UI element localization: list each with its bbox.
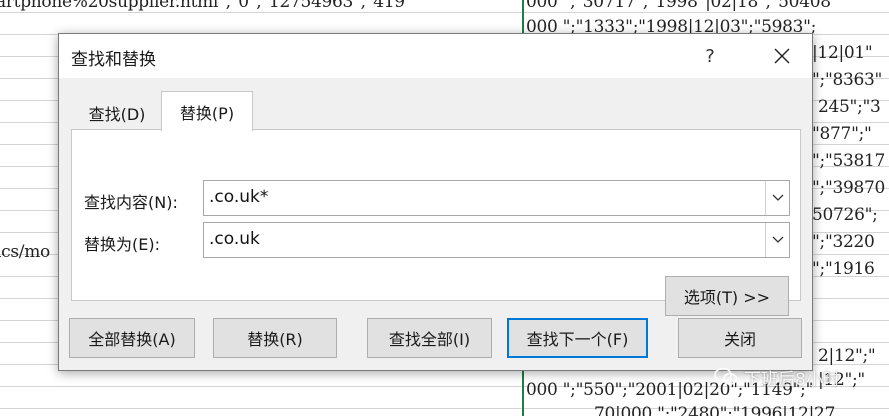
find-next-button[interactable]: 查找下一个(F) xyxy=(507,318,648,358)
cell-text[interactable]: 000 ","30717","1998"|02|18","50408 xyxy=(526,0,831,12)
watermark-text: 下班后8小时 xyxy=(744,369,840,390)
replace-all-button[interactable]: 全部替换(A) xyxy=(69,318,195,358)
cell-text[interactable]: ";"8363" xyxy=(812,70,882,90)
help-button[interactable]: ? xyxy=(687,38,733,74)
find-all-button[interactable]: 查找全部(I) xyxy=(367,318,492,358)
dialog-titlebar[interactable]: 查找和替换 ? xyxy=(59,34,812,78)
replace-with-label: 替换为(E): xyxy=(84,235,160,254)
replace-tab-panel: 查找内容(N): .co.uk* 替换为(E): .co.uk 选项(T) >> xyxy=(71,129,801,316)
find-what-combobox[interactable]: .co.uk* xyxy=(203,180,790,216)
wechat-icon xyxy=(714,367,738,385)
find-what-input[interactable]: .co.uk* xyxy=(209,187,268,207)
find-replace-dialog: 查找和替换 ? 查找(D) 替换(P) 查找内容(N): .co.uk* 替换为… xyxy=(58,33,813,371)
chevron-down-icon xyxy=(772,236,783,243)
close-button[interactable] xyxy=(759,38,805,74)
replace-with-input[interactable]: .co.uk xyxy=(209,229,260,249)
cell-text[interactable]: 70|000 ";"2480";"1996|12|27 xyxy=(594,404,835,416)
cell-text[interactable]: ";"1916 xyxy=(812,259,875,279)
close-icon xyxy=(774,48,790,64)
cell-text[interactable]: |12|01" xyxy=(812,43,873,63)
cell-text[interactable]: 245";"3 xyxy=(818,97,881,117)
replace-with-dropdown-button[interactable] xyxy=(765,223,789,257)
cell-text[interactable]: ";"53817 xyxy=(812,151,885,171)
cell-text[interactable]: 50726"; xyxy=(812,205,878,225)
cell-text[interactable]: ";"3220 xyxy=(812,232,875,252)
watermark: 下班后8小时 xyxy=(714,362,840,392)
tab-replace[interactable]: 替换(P) xyxy=(161,91,253,131)
cell-text[interactable]: artphone%20supplier.html","0","12754963"… xyxy=(0,0,405,12)
tab-find[interactable]: 查找(D) xyxy=(73,96,161,130)
cell-text[interactable]: ics/mo xyxy=(0,242,50,262)
find-what-label: 查找内容(N): xyxy=(84,193,178,212)
options-button[interactable]: 选项(T) >> xyxy=(665,276,789,316)
replace-button[interactable]: 替换(R) xyxy=(213,318,337,358)
replace-with-combobox[interactable]: .co.uk xyxy=(203,222,790,258)
chevron-down-icon xyxy=(772,194,783,201)
close-dialog-button[interactable]: 关闭 xyxy=(678,318,802,358)
dialog-title: 查找和替换 xyxy=(71,50,156,70)
cell-text[interactable]: ";"39870 xyxy=(812,178,885,198)
cell-text[interactable]: "877";" xyxy=(812,124,872,144)
find-what-dropdown-button[interactable] xyxy=(765,181,789,215)
